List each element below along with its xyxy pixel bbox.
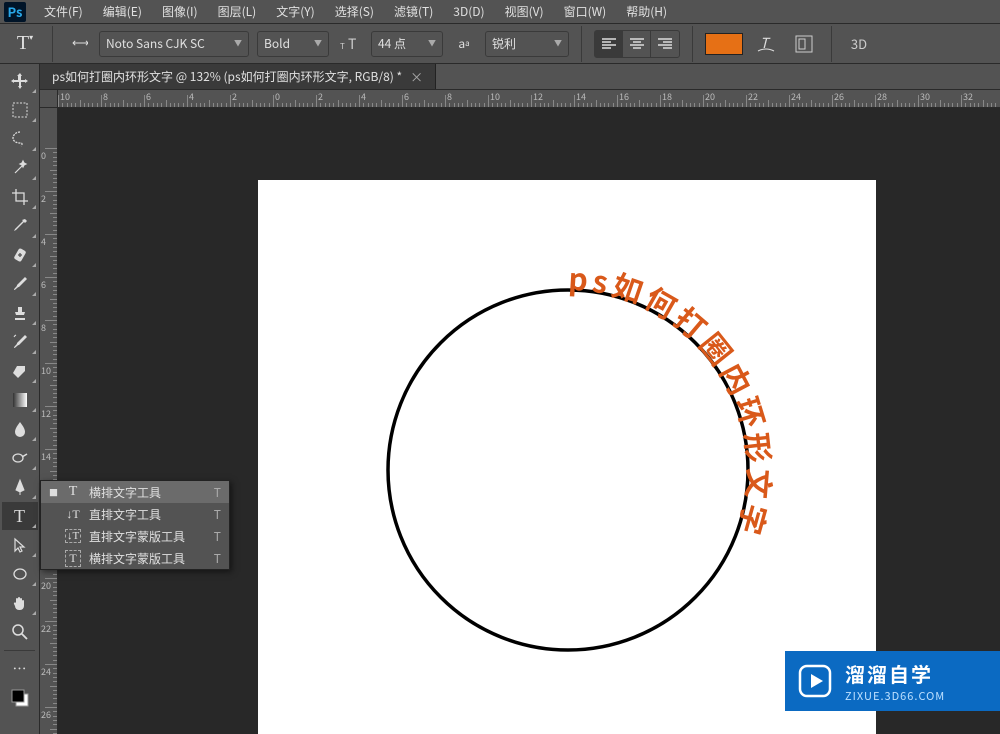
history-brush-tool[interactable] [2, 328, 38, 356]
font-family-dropdown[interactable]: Noto Sans CJK SC ▼ [99, 31, 249, 57]
type-tool[interactable]: T [2, 502, 38, 530]
blur-tool[interactable] [2, 415, 38, 443]
hand-tool[interactable] [2, 589, 38, 617]
document-area: ps如何打圈内环形文字 @ 132% (ps如何打圈内环形文字, RGB/8) … [40, 64, 1000, 734]
flyout-horizontal-type-mask[interactable]: T 横排文字蒙版工具 T [41, 547, 229, 569]
font-family-value: Noto Sans CJK SC [106, 35, 205, 52]
font-size-value: 44 点 [378, 35, 406, 52]
menu-window[interactable]: 窗口(W) [554, 0, 617, 23]
menu-file[interactable]: 文件(F) [34, 0, 93, 23]
menu-layer[interactable]: 图层(L) [208, 0, 267, 23]
menu-filter[interactable]: 滤镜(T) [384, 0, 443, 23]
tab-close-button[interactable]: × [410, 67, 423, 86]
svg-text:ps如何打圈内环形文字: ps如何打圈内环形文字 [567, 255, 783, 544]
menu-help[interactable]: 帮助(H) [616, 0, 677, 23]
edit-toolbar-button[interactable]: ⋯ [2, 655, 38, 683]
ruler-corner [40, 90, 58, 108]
vertical-type-mask-icon: ↓T [65, 529, 81, 543]
character-panel-button[interactable] [789, 30, 819, 58]
flyout-vertical-type-mask[interactable]: ↓T 直排文字蒙版工具 T [41, 525, 229, 547]
healing-tool[interactable] [2, 241, 38, 269]
eyedropper-tool[interactable] [2, 212, 38, 240]
path-selection-tool[interactable] [2, 531, 38, 559]
menu-select[interactable]: 选择(S) [325, 0, 384, 23]
dodge-tool[interactable] [2, 444, 38, 472]
divider [52, 26, 53, 62]
anti-alias-value: 锐利 [492, 35, 516, 52]
eraser-tool[interactable] [2, 357, 38, 385]
lasso-tool[interactable] [2, 125, 38, 153]
menu-bar: Ps 文件(F) 编辑(E) 图像(I) 图层(L) 文字(Y) 选择(S) 滤… [0, 0, 1000, 24]
menu-edit[interactable]: 编辑(E) [93, 0, 152, 23]
horizontal-type-icon: T [65, 484, 81, 500]
tab-title: ps如何打圈内环形文字 @ 132% (ps如何打圈内环形文字, RGB/8) … [52, 68, 402, 85]
gradient-tool[interactable] [2, 386, 38, 414]
watermark: 溜溜自学 ZIXUE.3D66.COM [785, 651, 1000, 711]
watermark-play-icon [797, 663, 833, 699]
magic-wand-tool[interactable] [2, 154, 38, 182]
brush-tool[interactable] [2, 270, 38, 298]
stamp-tool[interactable] [2, 299, 38, 327]
vertical-type-icon: ↓T [65, 507, 81, 522]
color-swatches[interactable] [2, 684, 38, 712]
anti-alias-icon: aa [451, 31, 477, 57]
divider [831, 26, 832, 62]
font-weight-dropdown[interactable]: Bold ▼ [257, 31, 329, 57]
marquee-tool[interactable] [2, 96, 38, 124]
move-tool[interactable] [2, 67, 38, 95]
canvas-curved-text: ps如何打圈内环形文字 [567, 255, 783, 544]
font-size-dropdown[interactable]: 44 点 ▼ [371, 31, 443, 57]
menu-image[interactable]: 图像(I) [152, 0, 208, 23]
menu-type[interactable]: 文字(Y) [266, 0, 324, 23]
3d-button[interactable]: 3D [844, 30, 874, 58]
text-color-swatch[interactable] [705, 33, 743, 55]
watermark-url: ZIXUE.3D66.COM [845, 688, 945, 704]
ruler-vertical[interactable]: 02468101214161820222426 [40, 108, 58, 734]
text-align-group [594, 30, 680, 58]
zoom-tool[interactable] [2, 618, 38, 646]
flyout-vertical-type[interactable]: ↓T 直排文字工具 T [41, 503, 229, 525]
svg-text:T: T [340, 41, 345, 52]
menu-3d[interactable]: 3D(D) [443, 0, 494, 23]
horizontal-type-mask-icon: T [65, 550, 81, 567]
warp-text-button[interactable]: T [751, 30, 781, 58]
divider [581, 26, 582, 62]
type-tool-icon[interactable]: T▾ [10, 30, 40, 58]
ruler-horizontal[interactable]: 10864202468101214161820222426283032 [58, 90, 1000, 108]
shape-tool[interactable] [2, 560, 38, 588]
svg-text:T: T [760, 34, 771, 53]
align-left-button[interactable] [595, 31, 623, 57]
app-logo: Ps [4, 2, 26, 22]
font-size-icon: TT [337, 31, 363, 57]
canvas-viewport[interactable]: ps如何打圈内环形文字 [58, 108, 1000, 734]
pen-tool[interactable] [2, 473, 38, 501]
flyout-horizontal-type[interactable]: ■ T 横排文字工具 T [41, 481, 229, 503]
text-orientation-icon[interactable]: ⟷T [65, 31, 91, 57]
menu-view[interactable]: 视图(V) [495, 0, 554, 23]
document-tab[interactable]: ps如何打圈内环形文字 @ 132% (ps如何打圈内环形文字, RGB/8) … [40, 64, 436, 89]
divider [692, 26, 693, 62]
flyout-bullet: ■ [49, 486, 57, 499]
align-right-button[interactable] [651, 31, 679, 57]
options-bar: T▾ ⟷T Noto Sans CJK SC ▼ Bold ▼ TT 44 点 … [0, 24, 1000, 64]
watermark-title: 溜溜自学 [845, 659, 945, 688]
crop-tool[interactable] [2, 183, 38, 211]
type-tool-flyout: ■ T 横排文字工具 T ↓T 直排文字工具 T ↓T 直排文字蒙版工具 T T… [40, 480, 230, 570]
canvas[interactable]: ps如何打圈内环形文字 [258, 180, 876, 734]
document-tabs: ps如何打圈内环形文字 @ 132% (ps如何打圈内环形文字, RGB/8) … [40, 64, 1000, 90]
svg-text:T: T [348, 35, 356, 53]
font-weight-value: Bold [264, 35, 290, 52]
align-center-button[interactable] [623, 31, 651, 57]
anti-alias-dropdown[interactable]: 锐利 ▼ [485, 31, 569, 57]
toolbar: T ⋯ [0, 64, 40, 734]
svg-text:⟷T: ⟷T [72, 34, 88, 51]
